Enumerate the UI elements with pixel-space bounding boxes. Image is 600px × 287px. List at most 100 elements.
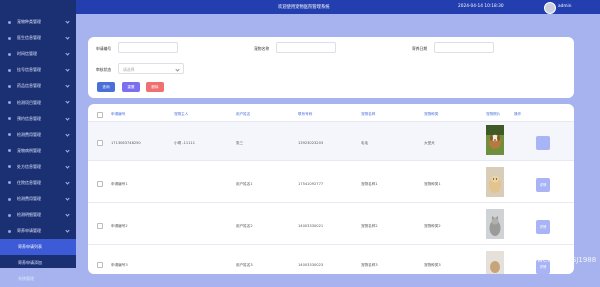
chevron-down-icon — [65, 148, 70, 153]
sidebar-item[interactable]: 寄养申请管理 — [0, 223, 76, 239]
sidebar-item[interactable]: 检测明细管理 — [0, 207, 76, 223]
sidebar-item-label: 时间信管理 — [17, 51, 37, 57]
sidebar-item[interactable]: 医生信息管理 — [0, 30, 76, 46]
cell-user-name: 用户姓名1 — [236, 182, 253, 186]
col-header-user-name: 用户姓名 — [236, 112, 251, 116]
sidebar-item[interactable]: 住院信息管理 — [0, 175, 76, 191]
cell-phone: 17541092777 — [298, 182, 324, 186]
sidebar-item-label: 宠物种类管理 — [17, 19, 41, 25]
datetime: 2024-04-14 10:18:30 — [458, 4, 504, 9]
col-header-phone: 联系号码 — [298, 112, 313, 116]
foster-date-input[interactable] — [434, 42, 494, 53]
cell-phone: 14003330021 — [298, 224, 324, 228]
menu-icon — [8, 117, 11, 121]
row-checkbox[interactable] — [97, 181, 103, 187]
detail-button[interactable] — [536, 136, 550, 150]
label-foster-date: 寄养日期 — [412, 46, 428, 51]
col-header-pet-kind: 宠物种类 — [424, 112, 439, 116]
sidebar-item[interactable]: 宠物病例管理 — [0, 143, 76, 159]
watermark: CSDN @weixin_BYSJ1988 — [508, 256, 597, 264]
menu-icon — [8, 68, 11, 72]
detail-button[interactable]: 详情 — [536, 220, 550, 234]
avatar[interactable] — [544, 1, 556, 14]
col-header-pet-photo: 宠物照片 — [486, 112, 501, 116]
col-header-pet-name: 宠物名称 — [361, 112, 376, 116]
chevron-down-icon — [65, 132, 70, 137]
col-header-operation: 操作 — [514, 112, 522, 116]
menu-icon — [8, 101, 11, 105]
label-apply-no: 申请编号 — [96, 46, 112, 51]
sidebar-item-label: 住院信息管理 — [17, 179, 41, 185]
username[interactable]: admin — [558, 4, 571, 9]
cell-apply-no: 1713063748250 — [111, 141, 141, 145]
pet-photo — [486, 209, 504, 239]
row-checkbox[interactable] — [97, 262, 103, 268]
topbar: 欢迎使用宠物医院管理系统 2024-04-14 10:18:30 admin — [76, 0, 600, 14]
row-divider — [88, 160, 574, 161]
sidebar-item[interactable]: 预约信息管理 — [0, 111, 76, 127]
chevron-down-icon — [175, 66, 180, 72]
sidebar-item-label: 挂号信息管理 — [17, 67, 41, 73]
chevron-down-icon — [65, 83, 70, 88]
menu-icon — [8, 52, 11, 56]
query-button[interactable]: 查询 — [97, 82, 115, 92]
delete-button[interactable]: 删除 — [146, 82, 164, 92]
cell-pet-name: 毛毛 — [361, 141, 369, 145]
chevron-down-icon — [65, 180, 70, 185]
sidebar-item-label: 寄养申请管理 — [17, 228, 41, 234]
sidebar-item[interactable]: 时间信管理 — [0, 46, 76, 62]
pet-name-input[interactable] — [276, 42, 336, 53]
menu-icon — [8, 133, 11, 137]
app-title: 欢迎使用宠物医院管理系统 — [278, 5, 330, 10]
cell-user-name: 张三 — [236, 141, 244, 145]
sidebar-subitem[interactable]: 寄养申请列表 — [0, 239, 76, 256]
apply-no-input[interactable] — [118, 42, 178, 53]
sidebar-item[interactable]: 宠物种类管理 — [0, 14, 76, 30]
chevron-down-icon — [65, 99, 70, 105]
sidebar-item[interactable]: 检测费用管理 — [0, 127, 76, 143]
sidebar-item-label: 医生信息管理 — [17, 35, 41, 41]
label-pet-name: 宠物名称 — [254, 46, 270, 51]
chevron-down-icon — [65, 164, 70, 169]
cell-pet-name: 宠物名称1 — [361, 182, 378, 186]
pet-photo — [486, 125, 504, 155]
chevron-down-icon — [65, 228, 70, 233]
cell-pet-name: 宠物名称3 — [361, 263, 378, 267]
sidebar-item-label: 处方信息管理 — [17, 163, 41, 169]
reset-button[interactable]: 重置 — [122, 82, 140, 92]
cell-apply-no: 申请编号1 — [111, 182, 128, 186]
label-review-status: 审核状态 — [96, 67, 112, 72]
chevron-down-icon — [65, 196, 70, 201]
menu-icon — [8, 165, 11, 169]
sidebar-item[interactable]: 处方信息管理 — [0, 159, 76, 175]
sidebar-item-label: 宠物病例管理 — [17, 147, 41, 153]
row-checkbox[interactable] — [97, 223, 103, 229]
cell-user-name: 用户姓名2 — [236, 224, 253, 228]
menu-icon — [8, 181, 11, 185]
cell-owner: 小明 -11111 — [174, 141, 196, 145]
detail-button[interactable]: 详情 — [536, 178, 550, 192]
col-header-apply-no: 申请编号 — [111, 112, 126, 116]
sidebar-subitem[interactable]: 寄养申请添加 — [0, 255, 76, 271]
chevron-down-icon — [65, 67, 70, 72]
sidebar-item[interactable]: 检测项目管理 — [0, 94, 76, 110]
review-status-value: 请选择 — [123, 67, 135, 72]
cell-pet-kind: 宠物种类1 — [424, 182, 441, 186]
sidebar-subitem[interactable]: 系统管理 — [0, 271, 76, 287]
cell-phone: 13923023203 — [298, 141, 324, 145]
sidebar-item-label: 检测费用管理 — [17, 196, 41, 202]
sidebar-item[interactable]: 挂号信息管理 — [0, 62, 76, 78]
sidebar-item[interactable]: 检测费用管理 — [0, 191, 76, 207]
review-status-select[interactable]: 请选择 — [118, 63, 184, 74]
row-checkbox[interactable] — [97, 140, 103, 146]
sidebar: 宠物种类管理 医生信息管理 时间信管理挂号信息管理药品信息管理 检测项目管理 预约信息管… — [0, 0, 76, 281]
chevron-down-icon — [65, 19, 70, 24]
sidebar-item[interactable]: 药品信息管理 — [0, 78, 76, 94]
pet-photo — [486, 251, 504, 274]
menu-icon — [8, 197, 11, 201]
menu-icon — [8, 149, 11, 153]
cell-user-name: 用户姓名3 — [236, 263, 253, 267]
cell-apply-no: 申请编号3 — [111, 263, 128, 267]
select-all-checkbox[interactable] — [97, 111, 103, 118]
sidebar-item-label: 检测费用管理 — [17, 131, 41, 137]
